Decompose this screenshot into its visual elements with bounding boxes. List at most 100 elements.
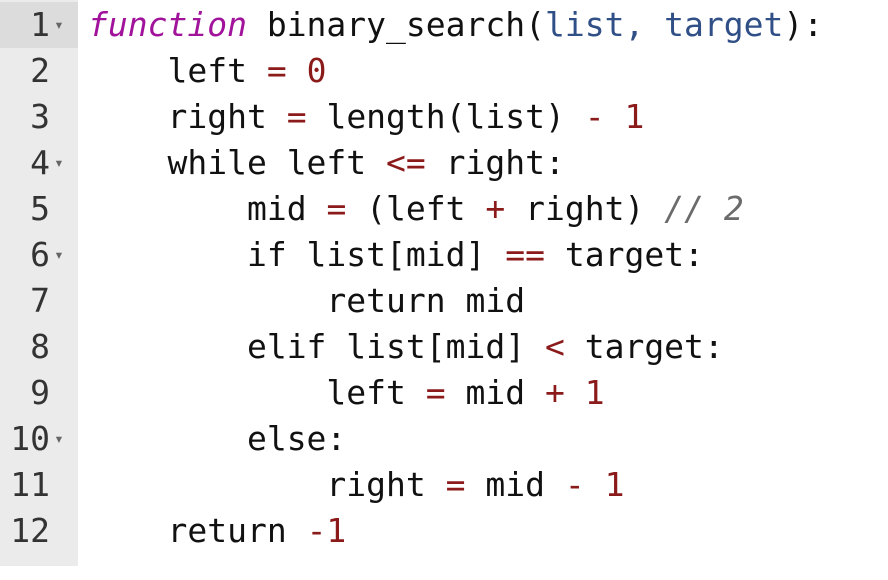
gutter-cell: 11 [0,462,78,508]
code-editor[interactable]: 1 ▾ function binary_search(list, target): 2… [0,0,888,580]
code-token: 1 [584,373,605,412]
fold-toggle-icon[interactable]: ▾ [52,2,66,48]
code-line[interactable]: 2 left = 0 [0,48,888,94]
code-token: 1 [624,97,645,136]
code-token: -1 [306,511,347,550]
code-token: - [584,97,605,136]
code-token: binary_search( [246,5,545,44]
code-line[interactable]: 12 return -1 [0,508,888,554]
code-token: mid [465,465,565,504]
gutter-cell: 4 ▾ [0,140,78,186]
gutter-cell: 12 [0,508,78,554]
code-token: 1 [604,465,625,504]
line-number: 4 [30,143,50,182]
fold-toggle-icon[interactable]: ▾ [52,232,66,278]
code-token: if list[mid] [246,235,506,274]
line-number: 11 [10,465,50,504]
code-token: return mid [326,281,526,320]
code-token: + [485,189,506,228]
code-token: mid [445,373,545,412]
line-number: 10 [10,419,50,458]
line-number: 3 [30,97,50,136]
line-number: 7 [30,281,50,320]
code-token: (left [346,189,486,228]
code-text: return mid [88,278,525,324]
code-token: ): [783,5,824,44]
code-text: while left <= right: [88,140,565,186]
code-token: elif list[mid] [246,327,545,366]
gutter-cell: 7 [0,278,78,324]
code-token: // 2 [664,189,744,228]
code-token: = [286,97,307,136]
code-token: left [326,373,426,412]
code-line[interactable]: 10 ▾ else: [0,416,888,462]
line-number: 8 [30,327,50,366]
code-token: < [544,327,565,366]
gutter-cell: 6 ▾ [0,232,78,278]
gutter-cell: 8 [0,324,78,370]
code-line[interactable]: 4 ▾ while left <= right: [0,140,888,186]
gutter-cell: 2 [0,48,78,94]
fold-toggle-icon[interactable]: ▾ [52,140,66,186]
code-token: = [326,189,347,228]
code-line[interactable]: 8 elif list[mid] < target: [0,324,888,370]
code-token: = [266,51,287,90]
line-number: 9 [30,373,50,412]
code-token: + [544,373,565,412]
gutter-cell: 10 ▾ [0,416,78,462]
code-text: function binary_search(list, target): [88,2,823,48]
code-line[interactable]: 11 right = mid - 1 [0,462,888,508]
code-token: function [88,5,247,44]
code-token: = [425,373,446,412]
code-token: right: [425,143,565,182]
gutter-cell: 9 [0,370,78,416]
gutter-cell: 1 ▾ [0,2,78,48]
code-token: else: [246,419,347,458]
code-line[interactable]: 7 return mid [0,278,888,324]
code-text: left = 0 [88,48,326,94]
code-token: <= [386,143,426,182]
gutter-cell: 3 [0,94,78,140]
code-token: target: [564,327,724,366]
code-line[interactable]: 5 mid = (left + right) // 2 [0,186,888,232]
code-token: target: [544,235,704,274]
code-token: return [167,511,307,550]
fold-toggle-icon[interactable]: ▾ [52,416,66,462]
code-line[interactable]: 3 right = length(list) - 1 [0,94,888,140]
code-token: mid [246,189,327,228]
line-number: 5 [30,189,50,228]
code-text: right = length(list) - 1 [88,94,644,140]
code-text: else: [88,416,346,462]
code-text: left = mid + 1 [88,370,605,416]
code-text: if list[mid] == target: [88,232,704,278]
code-line[interactable]: 9 left = mid + 1 [0,370,888,416]
line-number: 6 [30,235,50,274]
code-token: list, target [544,5,784,44]
code-line[interactable]: 6 ▾ if list[mid] == target: [0,232,888,278]
line-number: 1 [30,5,50,44]
code-token: == [505,235,545,274]
code-line[interactable]: 1 ▾ function binary_search(list, target): [0,2,888,48]
code-token: right [167,97,287,136]
code-token: - [564,465,585,504]
code-text: return -1 [88,508,346,554]
code-text: right = mid - 1 [88,462,624,508]
code-text: elif list[mid] < target: [88,324,724,370]
code-token: while left [167,143,387,182]
code-token: right) [505,189,665,228]
code-token: left [167,51,267,90]
